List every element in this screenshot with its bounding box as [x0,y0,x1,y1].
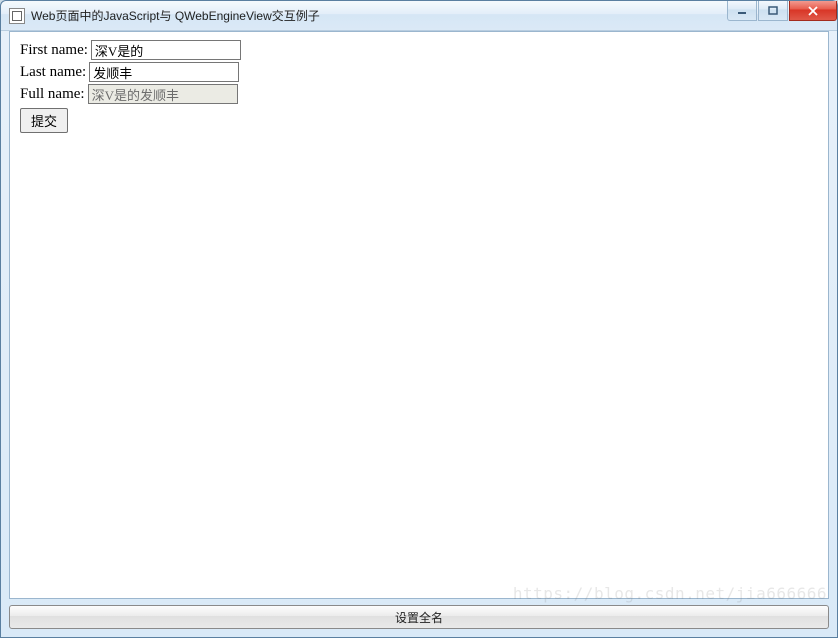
last-name-input[interactable] [89,62,239,82]
maximize-button[interactable] [758,1,788,21]
first-name-input[interactable] [91,40,241,60]
first-name-row: First name: [20,40,818,60]
full-name-label: Full name: [20,86,85,103]
first-name-label: First name: [20,42,88,59]
titlebar[interactable]: Web页面中的JavaScript与 QWebEngineView交互例子 [1,1,837,31]
minimize-icon [737,6,747,16]
submit-button[interactable]: 提交 [20,108,68,133]
set-fullname-button[interactable]: 设置全名 [9,605,829,629]
window-title: Web页面中的JavaScript与 QWebEngineView交互例子 [31,7,320,24]
window-controls [726,1,837,23]
close-icon [807,6,819,16]
client-area: First name: Last name: Full name: 提交 设置全… [9,31,829,629]
last-name-row: Last name: [20,62,818,82]
app-window: Web页面中的JavaScript与 QWebEngineView交互例子 Fi… [0,0,838,638]
last-name-label: Last name: [20,64,86,81]
web-view: First name: Last name: Full name: 提交 [9,31,829,599]
minimize-button[interactable] [727,1,757,21]
full-name-output [88,84,238,104]
close-button[interactable] [789,1,837,21]
app-icon [9,8,25,24]
full-name-row: Full name: [20,84,818,104]
maximize-icon [768,6,778,16]
bottom-bar: 设置全名 [9,605,829,629]
